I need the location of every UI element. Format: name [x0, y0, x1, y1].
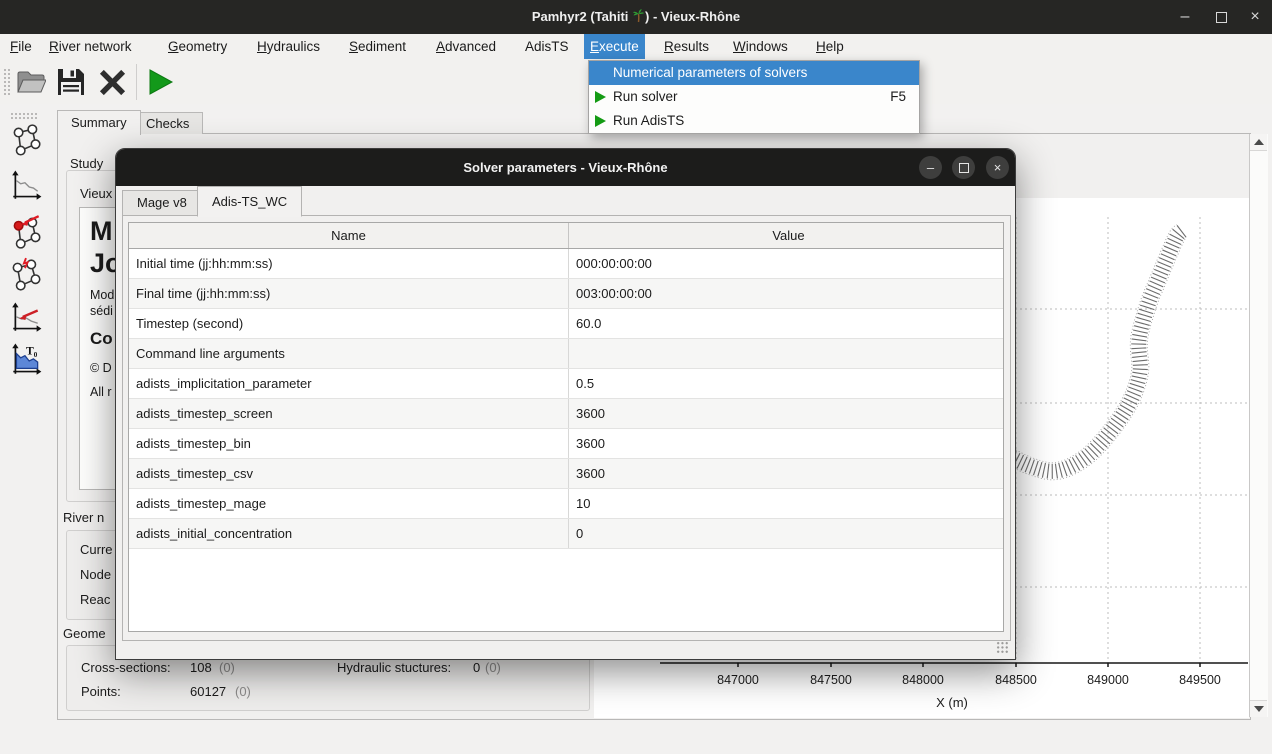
study-doc-copyright: © D [90, 361, 112, 375]
scroll-down-button[interactable] [1250, 700, 1267, 717]
param-value-cell[interactable] [569, 339, 1005, 369]
study-name-label: Vieux [80, 186, 112, 201]
hydraulic-structures-label: Hydraulic stuctures: [337, 660, 451, 675]
param-value-cell[interactable]: 000:00:00:00 [569, 249, 1005, 279]
param-name-cell[interactable]: Command line arguments [129, 339, 569, 369]
x-tick-label: 848000 [902, 673, 944, 687]
hydraulic-structures-badge: (0) [485, 660, 501, 675]
maximize-icon [959, 163, 969, 173]
param-name-cell[interactable]: Final time (jj:hh:mm:ss) [129, 279, 569, 309]
points-label: Points: [81, 684, 121, 699]
dialog-resize-grip[interactable] [996, 641, 1009, 654]
menu-item-run-adists[interactable]: Run AdisTS [589, 109, 919, 133]
param-row: adists_timestep_screen3600 [129, 399, 1004, 429]
study-doc-line-1: Mod [90, 288, 114, 302]
menu-item-shortcut: F5 [890, 85, 906, 109]
param-row: Initial time (jj:hh:mm:ss)000:00:00:00 [129, 249, 1004, 279]
river-row-nodes: Node [80, 567, 111, 582]
param-row: adists_timestep_csv3600 [129, 459, 1004, 489]
param-name-cell[interactable]: Timestep (second) [129, 309, 569, 339]
param-value-cell[interactable]: 3600 [569, 429, 1005, 459]
param-name-cell[interactable]: adists_timestep_mage [129, 489, 569, 519]
cross-sections-label: Cross-sections: [81, 660, 171, 675]
param-name-cell[interactable]: Initial time (jj:hh:mm:ss) [129, 249, 569, 279]
param-value-cell[interactable]: 3600 [569, 399, 1005, 429]
study-group-label: Study [70, 156, 103, 171]
param-row: adists_implicitation_parameter0.5 [129, 369, 1004, 399]
dialog-maximize-button[interactable] [952, 156, 975, 179]
param-row: adists_initial_concentration0 [129, 519, 1004, 549]
column-header-name[interactable]: Name [129, 223, 569, 249]
study-doc-rights: All r [90, 385, 112, 399]
param-value-cell[interactable]: 3600 [569, 459, 1005, 489]
points-badge: (0) [235, 684, 251, 699]
param-name-cell[interactable]: adists_initial_concentration [129, 519, 569, 549]
chevron-up-icon [1254, 139, 1264, 145]
river-row-reaches: Reac [80, 592, 110, 607]
play-icon [595, 91, 606, 103]
solver-parameters-dialog: Solver parameters - Vieux-Rhône – × Mage… [115, 148, 1016, 660]
menu-item-label: Numerical parameters of solvers [613, 65, 807, 80]
dialog-tab-adis-ts-wc[interactable]: Adis-TS_WC [197, 186, 302, 217]
param-value-cell[interactable]: 10 [569, 489, 1005, 519]
menu-item-numerical-parameters[interactable]: Numerical parameters of solvers [589, 61, 919, 85]
param-value-cell[interactable]: 0.5 [569, 369, 1005, 399]
app-window: Pamhyr2 (Tahiti ) - Vieux-Rhône – × File… [0, 0, 1272, 754]
param-value-cell[interactable]: 003:00:00:00 [569, 279, 1005, 309]
execute-dropdown-menu: Numerical parameters of solvers Run solv… [588, 60, 920, 134]
solver-parameters-table: Name Value Initial time (jj:hh:mm:ss)000… [128, 222, 1004, 632]
dialog-minimize-button[interactable]: – [919, 156, 942, 179]
param-value-cell[interactable]: 0 [569, 519, 1005, 549]
scroll-up-button[interactable] [1250, 134, 1267, 151]
param-name-cell[interactable]: adists_timestep_screen [129, 399, 569, 429]
column-header-value[interactable]: Value [569, 223, 1005, 249]
dialog-title: Solver parameters - Vieux-Rhône [116, 149, 1015, 186]
play-icon [595, 115, 606, 127]
cross-sections-badge: (0) [219, 660, 235, 675]
vertical-scrollbar[interactable] [1249, 134, 1268, 717]
x-tick-label: 847000 [717, 673, 759, 687]
x-tick-label: 847500 [810, 673, 852, 687]
menu-item-run-solver[interactable]: Run solver F5 [589, 85, 919, 109]
x-tick-label: 848500 [995, 673, 1037, 687]
study-doc-subheading: Co [90, 329, 113, 349]
dialog-tab-mage-v8[interactable]: Mage v8 [122, 190, 202, 216]
chevron-down-icon [1254, 706, 1264, 712]
river-row-current: Curre [80, 542, 113, 557]
param-row: adists_timestep_mage10 [129, 489, 1004, 519]
param-name-cell[interactable]: adists_timestep_bin [129, 429, 569, 459]
dialog-close-button[interactable]: × [986, 156, 1009, 179]
hydraulic-structures-value: 0 [473, 660, 480, 675]
river-network-group-label: River n [63, 510, 104, 525]
menu-item-label: Run solver [613, 89, 678, 104]
tab-summary[interactable]: Summary [57, 110, 141, 135]
param-row: Timestep (second)60.0 [129, 309, 1004, 339]
points-value: 60127 [190, 684, 226, 699]
geometry-group-label: Geome [63, 626, 106, 641]
param-value-cell[interactable]: 60.0 [569, 309, 1005, 339]
menu-item-label: Run AdisTS [613, 113, 684, 128]
x-tick-label: 849000 [1087, 673, 1129, 687]
cross-sections-value: 108 [190, 660, 212, 675]
param-row: adists_timestep_bin3600 [129, 429, 1004, 459]
param-row: Command line arguments [129, 339, 1004, 369]
x-tick-label: 849500 [1179, 673, 1221, 687]
table-header-row: Name Value [129, 223, 1004, 249]
study-doc-line-2: sédi [90, 304, 113, 318]
x-axis-label: X (m) [936, 695, 968, 710]
study-doc-heading-1: M [90, 216, 113, 247]
param-row: Final time (jj:hh:mm:ss)003:00:00:00 [129, 279, 1004, 309]
dialog-titlebar[interactable]: Solver parameters - Vieux-Rhône – × [116, 149, 1015, 186]
tab-checks[interactable]: Checks [132, 112, 203, 134]
param-name-cell[interactable]: adists_timestep_csv [129, 459, 569, 489]
param-name-cell[interactable]: adists_implicitation_parameter [129, 369, 569, 399]
